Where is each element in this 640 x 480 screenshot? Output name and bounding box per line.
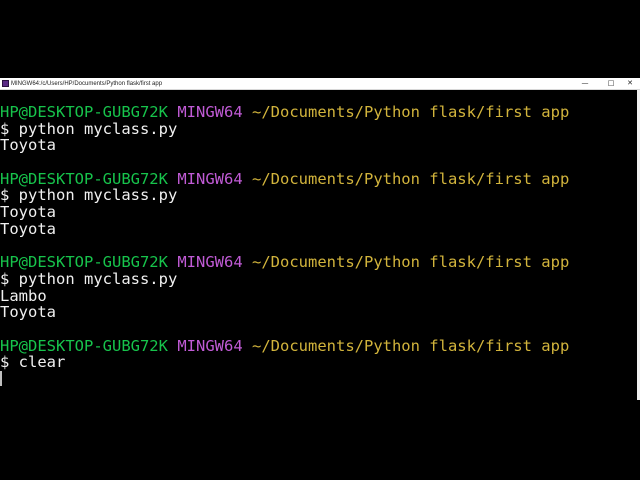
prompt-user: HP@DESKTOP-GUBG72K [0,253,168,272]
command-line: $ clear [0,353,66,372]
terminal-window[interactable]: MINGW64:/c/Users/HP/Documents/Python fla… [0,78,640,402]
cursor-line[interactable] [0,371,636,388]
prompt-line: HP@DESKTOP-GUBG72K MINGW64 ~/Documents/P… [0,104,636,121]
title-bar[interactable]: MINGW64:/c/Users/HP/Documents/Python fla… [0,78,640,90]
prompt-path: ~/Documents/Python flask/first app [252,253,570,272]
window-title: MINGW64:/c/Users/HP/Documents/Python fla… [11,81,163,87]
output-line: Toyota [0,303,56,322]
text-cursor [0,371,2,386]
screen: MINGW64:/c/Users/HP/Documents/Python fla… [0,0,640,480]
prompt-line: HP@DESKTOP-GUBG72K MINGW64 ~/Documents/P… [0,336,636,355]
prompt-env: MINGW64 [177,336,243,355]
minimize-icon[interactable]: — [575,78,595,89]
prompt-path: ~/Documents/Python flask/first app [252,336,570,355]
output-line: Toyota [0,203,56,222]
maximize-icon[interactable]: □ [601,78,621,89]
prompt-env: MINGW64 [177,103,243,121]
terminal-output[interactable]: HP@DESKTOP-GUBG72K MINGW64 ~/Documents/P… [0,92,636,400]
command-line: $ python myclass.py [0,186,178,205]
mingw-app-icon [2,80,9,87]
prompt-line: HP@DESKTOP-GUBG72K MINGW64 ~/Documents/P… [0,169,636,188]
command-line: $ python myclass.py [0,119,178,138]
prompt-user: HP@DESKTOP-GUBG72K [0,336,168,355]
prompt-user: HP@DESKTOP-GUBG72K [0,169,168,188]
close-icon[interactable]: ✕ [620,78,640,89]
prompt-path: ~/Documents/Python flask/first app [252,169,570,188]
prompt-user: HP@DESKTOP-GUBG72K [0,103,168,121]
command-line: $ python myclass.py [0,269,178,288]
output-line: Toyota [0,136,56,155]
output-line: Toyota [0,219,56,238]
prompt-env: MINGW64 [177,253,243,272]
output-line: Lambo [0,286,47,305]
prompt-path: ~/Documents/Python flask/first app [252,103,570,121]
prompt-env: MINGW64 [177,169,243,188]
prompt-line: HP@DESKTOP-GUBG72K MINGW64 ~/Documents/P… [0,254,636,271]
